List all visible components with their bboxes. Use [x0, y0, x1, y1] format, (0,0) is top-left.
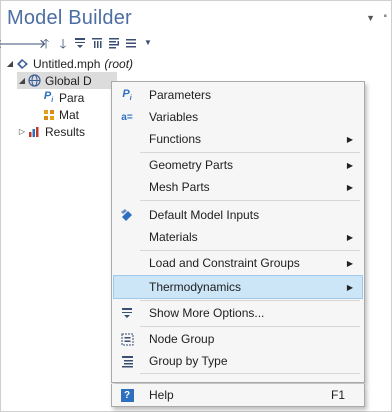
results-label: Results — [45, 124, 86, 139]
results-icon — [27, 125, 42, 139]
menu-item-parameters[interactable]: Pi Parameters — [114, 84, 362, 106]
context-menu: Pi Parameters a= Variables Functions ▶ G… — [111, 81, 365, 383]
tree-node-results[interactable]: ▷ Results — [17, 123, 85, 140]
tree-node-materials[interactable]: Mat — [41, 106, 79, 123]
tree-node-parameters[interactable]: Pi Para — [41, 89, 85, 106]
menu-item-geometry-parts[interactable]: Geometry Parts ▶ — [114, 154, 362, 176]
tree-node-root[interactable]: ◢ Untitled.mph (root) — [5, 55, 133, 72]
window-title: Model Builder — [7, 7, 132, 29]
collapse-sections-icon[interactable] — [107, 36, 121, 50]
submenu-arrow-icon: ▶ — [346, 182, 353, 192]
move-down-icon[interactable]: 🡓 — [56, 36, 70, 50]
toolbar: 🡐 🡒 🡑 🡓 ▼ — [0, 35, 155, 51]
move-up-icon[interactable]: 🡑 — [39, 36, 53, 50]
root-suffix: (root) — [104, 56, 134, 71]
model-inputs-icon — [114, 204, 140, 226]
group-by-type-icon — [114, 350, 140, 372]
menu-item-default-model-inputs[interactable]: Default Model Inputs — [114, 204, 362, 226]
expanded-triangle-icon[interactable]: ◢ — [5, 59, 15, 68]
menu-item-show-more-options[interactable]: Show More Options... — [114, 302, 362, 324]
expand-sections-icon[interactable] — [90, 36, 104, 50]
list-view-icon[interactable] — [124, 36, 138, 50]
menu-item-group-by-type[interactable]: Group by Type — [114, 350, 362, 372]
submenu-arrow-icon: ▶ — [346, 282, 353, 292]
parameters-icon: Pi — [122, 87, 132, 103]
model-root-icon — [15, 57, 30, 71]
show-more-options-icon — [114, 302, 140, 324]
submenu-arrow-icon: ▶ — [346, 160, 353, 170]
toolbar-dropdown-icon[interactable]: ▼ — [141, 36, 155, 50]
menu-item-mesh-parts[interactable]: Mesh Parts ▶ — [114, 176, 362, 198]
menu-item-node-group[interactable]: Node Group — [114, 328, 362, 350]
expanded-triangle-icon[interactable]: ◢ — [17, 76, 27, 85]
menu-item-load-constraint-groups[interactable]: Load and Constraint Groups ▶ — [114, 252, 362, 274]
show-more-options-icon[interactable] — [73, 36, 87, 50]
menu-item-materials[interactable]: Materials ▶ — [114, 226, 362, 248]
variables-icon: a= — [121, 111, 133, 123]
globe-icon — [27, 74, 42, 88]
menu-separator — [140, 152, 360, 153]
materials-label: Mat — [59, 107, 80, 122]
materials-icon — [41, 108, 56, 122]
menu-item-variables[interactable]: a= Variables — [114, 106, 362, 128]
menu-item-functions[interactable]: Functions ▶ — [114, 128, 362, 150]
pin-icon[interactable]: ▪ — [383, 11, 387, 22]
collapsed-triangle-icon[interactable]: ▷ — [17, 127, 27, 136]
menu-separator — [140, 200, 360, 201]
window-menu-icon[interactable]: ▼ — [366, 13, 375, 23]
menu-separator — [140, 373, 360, 374]
parameters-icon: Pi — [43, 90, 54, 105]
menu-item-thermodynamics[interactable]: Thermodynamics ▶ — [113, 275, 363, 299]
tree-node-global-definitions[interactable]: ◢ Global D — [17, 72, 117, 89]
node-group-icon — [114, 328, 140, 350]
context-menu-footer: ? Help F1 — [111, 384, 365, 407]
forward-arrow-icon[interactable]: 🡒 — [12, 36, 47, 50]
menu-item-help[interactable]: ? Help F1 — [114, 384, 362, 406]
menu-separator — [140, 250, 360, 251]
menu-separator — [140, 300, 360, 301]
submenu-arrow-icon: ▶ — [346, 232, 353, 242]
menu-separator — [140, 326, 360, 327]
parameters-label: Para — [59, 90, 85, 105]
submenu-arrow-icon: ▶ — [346, 258, 353, 268]
root-name: Untitled.mph — [33, 56, 101, 71]
help-icon: ? — [114, 384, 140, 406]
submenu-arrow-icon: ▶ — [346, 134, 353, 144]
global-definitions-label: Global D — [45, 73, 92, 88]
